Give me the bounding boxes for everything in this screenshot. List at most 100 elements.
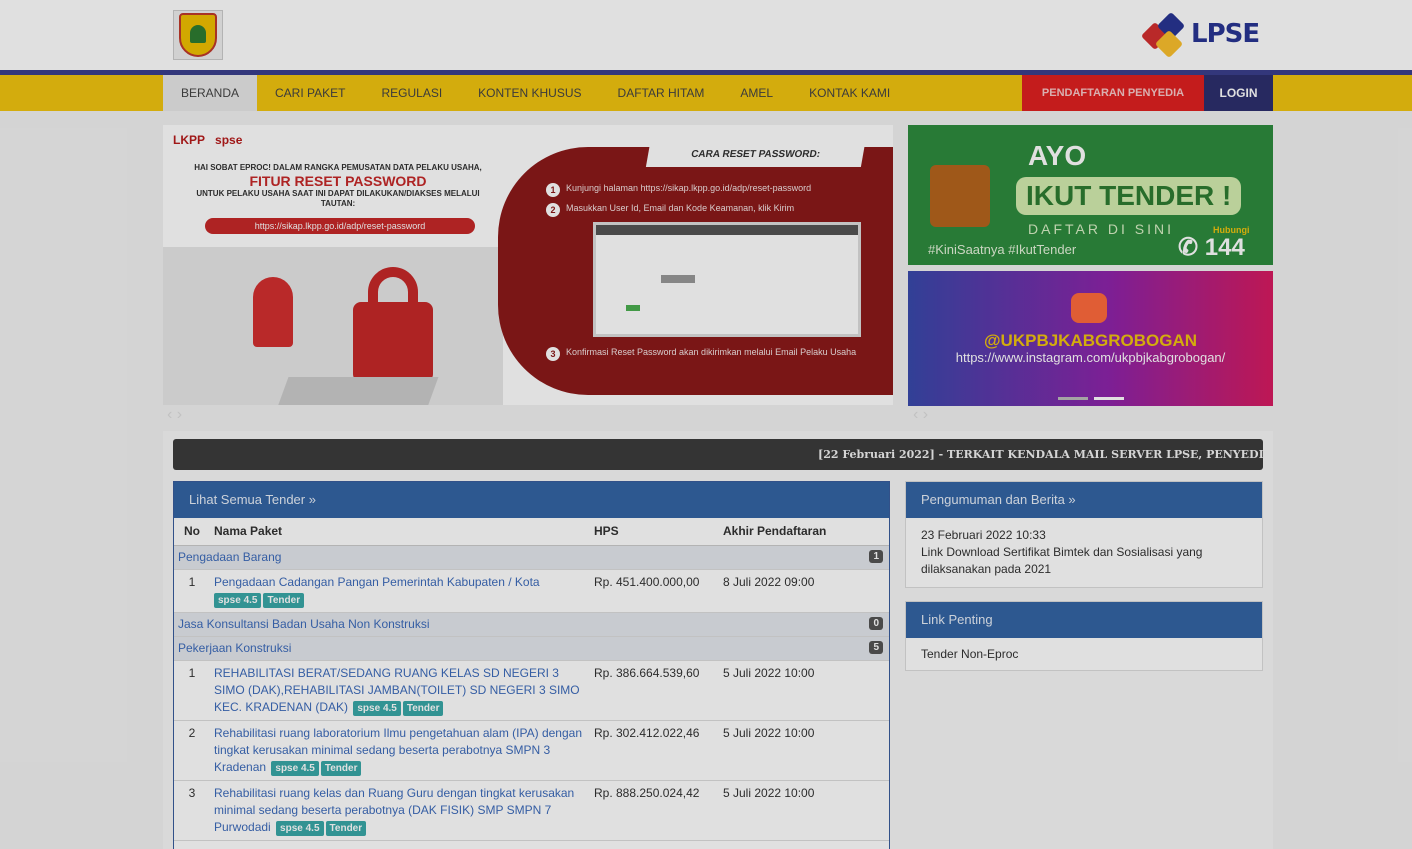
tender-badge: Tender <box>325 820 367 836</box>
person-figure <box>253 277 293 347</box>
banner-daftar: DAFTAR DI SINI <box>1028 221 1174 237</box>
nav-cari-paket[interactable]: CARI PAKET <box>257 75 363 111</box>
group-row[interactable]: Pengadaan Barang 1 <box>174 545 889 570</box>
spse-logo: spse <box>215 133 243 147</box>
group-row[interactable]: Jasa Konsultansi Badan Usaha Non Konstru… <box>174 612 889 637</box>
spse-badge: spse 4.5 <box>353 700 401 716</box>
row-hps: Rp. 386.664.539,60 <box>590 660 719 721</box>
package-link[interactable]: Rehabilitasi ruang kelas dan Ruang Guru … <box>214 786 574 834</box>
slider-dot-active[interactable] <box>1094 397 1124 400</box>
lpse-logo-text: LPSE <box>1191 19 1260 49</box>
instagram-icon <box>1071 293 1107 323</box>
side-slider-arrows[interactable]: ‹ › <box>913 406 928 424</box>
col-hps: HPS <box>590 518 719 546</box>
tender-badge: Tender <box>320 760 362 776</box>
banner-headline: FITUR RESET PASSWORD <box>249 173 427 189</box>
step-2: 2 Masukkan User Id, Email dan Kode Keaman… <box>546 203 891 217</box>
nav-beranda[interactable]: BERANDA <box>163 75 258 111</box>
step-1-text: Kunjungi halaman https://sikap.lkpp.go.i… <box>566 183 812 193</box>
group-name[interactable]: Pekerjaan Konstruksi <box>178 641 291 655</box>
step-3: 3 Konfirmasi Reset Password akan dikirimk… <box>546 347 861 361</box>
step-2-text: Masukkan User Id, Email dan Kode Keamana… <box>566 203 795 213</box>
news-date: 23 Februari 2022 10:33 <box>921 528 1046 542</box>
row-deadline: 5 Juli 2022 10:00 <box>719 720 889 781</box>
banner-subline: UNTUK PELAKU USAHA SAAT INI DAPAT DILAKU… <box>196 189 480 208</box>
site-header: LPSE <box>0 0 1412 70</box>
group-name[interactable]: Jasa Konsultansi Badan Usaha Non Konstru… <box>178 617 429 631</box>
group-count-badge: 0 <box>869 616 883 630</box>
banner-url: https://sikap.lkpp.go.id/adp/reset-passw… <box>205 218 475 234</box>
table-row: 1 Pengadaan Cadangan Pangan Pemerintah K… <box>174 569 889 613</box>
banner-ikut-tender: IKUT TENDER ! <box>1016 177 1242 215</box>
row-deadline: 5 Juli 2022 10:00 <box>719 780 889 841</box>
news-item[interactable]: 23 Februari 2022 10:33 Link Download Ser… <box>906 518 1262 587</box>
spse-badge: spse 4.5 <box>276 820 324 836</box>
kabupaten-logo[interactable] <box>173 10 223 60</box>
row-deadline: 8 Juli 2022 09:00 <box>719 569 889 613</box>
col-no: No <box>174 518 210 546</box>
col-akhir-pendaftaran: Akhir Pendaftaran <box>719 518 889 546</box>
row-no: 1 <box>174 569 210 613</box>
row-no: 3 <box>174 780 210 841</box>
nav-konten-khusus[interactable]: KONTEN KHUSUS <box>460 75 599 111</box>
slider-dot[interactable] <box>1058 397 1088 400</box>
login-button[interactable]: LOGIN <box>1204 75 1273 111</box>
instagram-url: https://www.instagram.com/ukpbjkabgrobog… <box>955 350 1226 365</box>
nav-amel[interactable]: AMEL <box>722 75 791 111</box>
instagram-banner[interactable]: @UKPBJKABGROBOGAN https://www.instagram.… <box>908 271 1273 406</box>
tender-panel: Lihat Semua Tender » No Nama Paket HPS A… <box>173 481 890 849</box>
package-link[interactable]: Rehabilitasi ruang laboratorium Ilmu pen… <box>214 726 582 774</box>
banner-hashtags: #KiniSaatnya #IkutTender <box>928 242 1077 257</box>
tender-panel-title[interactable]: Lihat Semua Tender » <box>174 482 889 518</box>
row-hps: Rp. 302.412.022,46 <box>590 720 719 781</box>
group-row[interactable]: Pekerjaan Konstruksi 5 <box>174 636 889 661</box>
marquee-text: [22 Februari 2022] - TERKAIT KENDALA MAI… <box>818 448 1263 461</box>
links-panel: Link Penting Tender Non-Eproc <box>905 601 1263 671</box>
table-row: 2 Rehabilitasi ruang laboratorium Ilmu p… <box>174 720 889 781</box>
instagram-handle: @UKPBJKABGROBOGAN <box>983 331 1198 350</box>
announcement-marquee[interactable]: [22 Februari 2022] - TERKAIT KENDALA MAI… <box>173 439 1263 470</box>
content-area: [22 Februari 2022] - TERKAIT KENDALA MAI… <box>163 431 1273 849</box>
main-slider-arrows[interactable]: ‹ › <box>167 406 182 424</box>
table-row: 3 Rehabilitasi ruang kelas dan Ruang Gur… <box>174 780 889 841</box>
step-1: 1 Kunjungi halaman https://sikap.lkpp.go.… <box>546 183 891 197</box>
slider-dots[interactable] <box>1058 397 1124 400</box>
row-hps: Rp. 888.250.024,42 <box>590 780 719 841</box>
spse-badge: spse 4.5 <box>214 592 262 608</box>
group-count-badge: 5 <box>869 640 883 654</box>
link-tender-non-eproc[interactable]: Tender Non-Eproc <box>906 638 1262 670</box>
lkpp-logo: LKPP <box>173 133 206 147</box>
ikut-tender-banner[interactable]: AYO IKUT TENDER ! DAFTAR DI SINI #KiniSa… <box>908 125 1273 265</box>
news-text[interactable]: Link Download Sertifikat Bimtek dan Sosi… <box>921 544 1247 578</box>
row-no: 2 <box>174 720 210 781</box>
package-link[interactable]: Pengadaan Cadangan Pangan Pemerintah Kab… <box>214 575 540 589</box>
row-deadline: 5 Juli 2022 10:00 <box>719 660 889 721</box>
news-panel-title[interactable]: Pengumuman dan Berita » <box>906 482 1262 518</box>
tender-badge: Tender <box>402 700 444 716</box>
group-name[interactable]: Pengadaan Barang <box>178 550 281 564</box>
group-count-badge: 1 <box>869 549 883 563</box>
security-illustration <box>163 247 503 405</box>
reset-password-banner[interactable]: LKPP spse HAI SOBAT EPROC! DALAM RANGKA … <box>163 125 893 405</box>
laptop-figure <box>277 377 439 405</box>
steps-title: CARA RESET PASSWORD: <box>645 143 866 167</box>
nav-kontak-kami[interactable]: KONTAK KAMI <box>791 75 908 111</box>
main-navbar: BERANDA CARI PAKET REGULASI KONTEN KHUSU… <box>0 75 1412 111</box>
tender-table: No Nama Paket HPS Akhir Pendaftaran Peng… <box>174 518 889 841</box>
nav-daftar-hitam[interactable]: DAFTAR HITAM <box>600 75 723 111</box>
nav-regulasi[interactable]: REGULASI <box>363 75 460 111</box>
col-nama-paket: Nama Paket <box>210 518 590 546</box>
row-no: 1 <box>174 660 210 721</box>
hotline-number: ✆ 144 <box>1178 234 1245 261</box>
form-screenshot <box>593 222 861 337</box>
gift-box-icon <box>930 165 990 227</box>
spse-badge: spse 4.5 <box>271 760 319 776</box>
news-panel: Pengumuman dan Berita » 23 Februari 2022… <box>905 481 1263 588</box>
step-3-text: Konfirmasi Reset Password akan dikirimka… <box>566 347 857 357</box>
lpse-logo[interactable]: LPSE <box>1140 11 1260 59</box>
register-provider-button[interactable]: PENDAFTARAN PENYEDIA <box>1022 75 1204 111</box>
table-row: 1 REHABILITASI BERAT/SEDANG RUANG KELAS … <box>174 660 889 721</box>
phone-icon: ✆ <box>1178 234 1199 261</box>
links-panel-title: Link Penting <box>906 602 1262 638</box>
banner-ayo: AYO <box>1028 140 1087 171</box>
